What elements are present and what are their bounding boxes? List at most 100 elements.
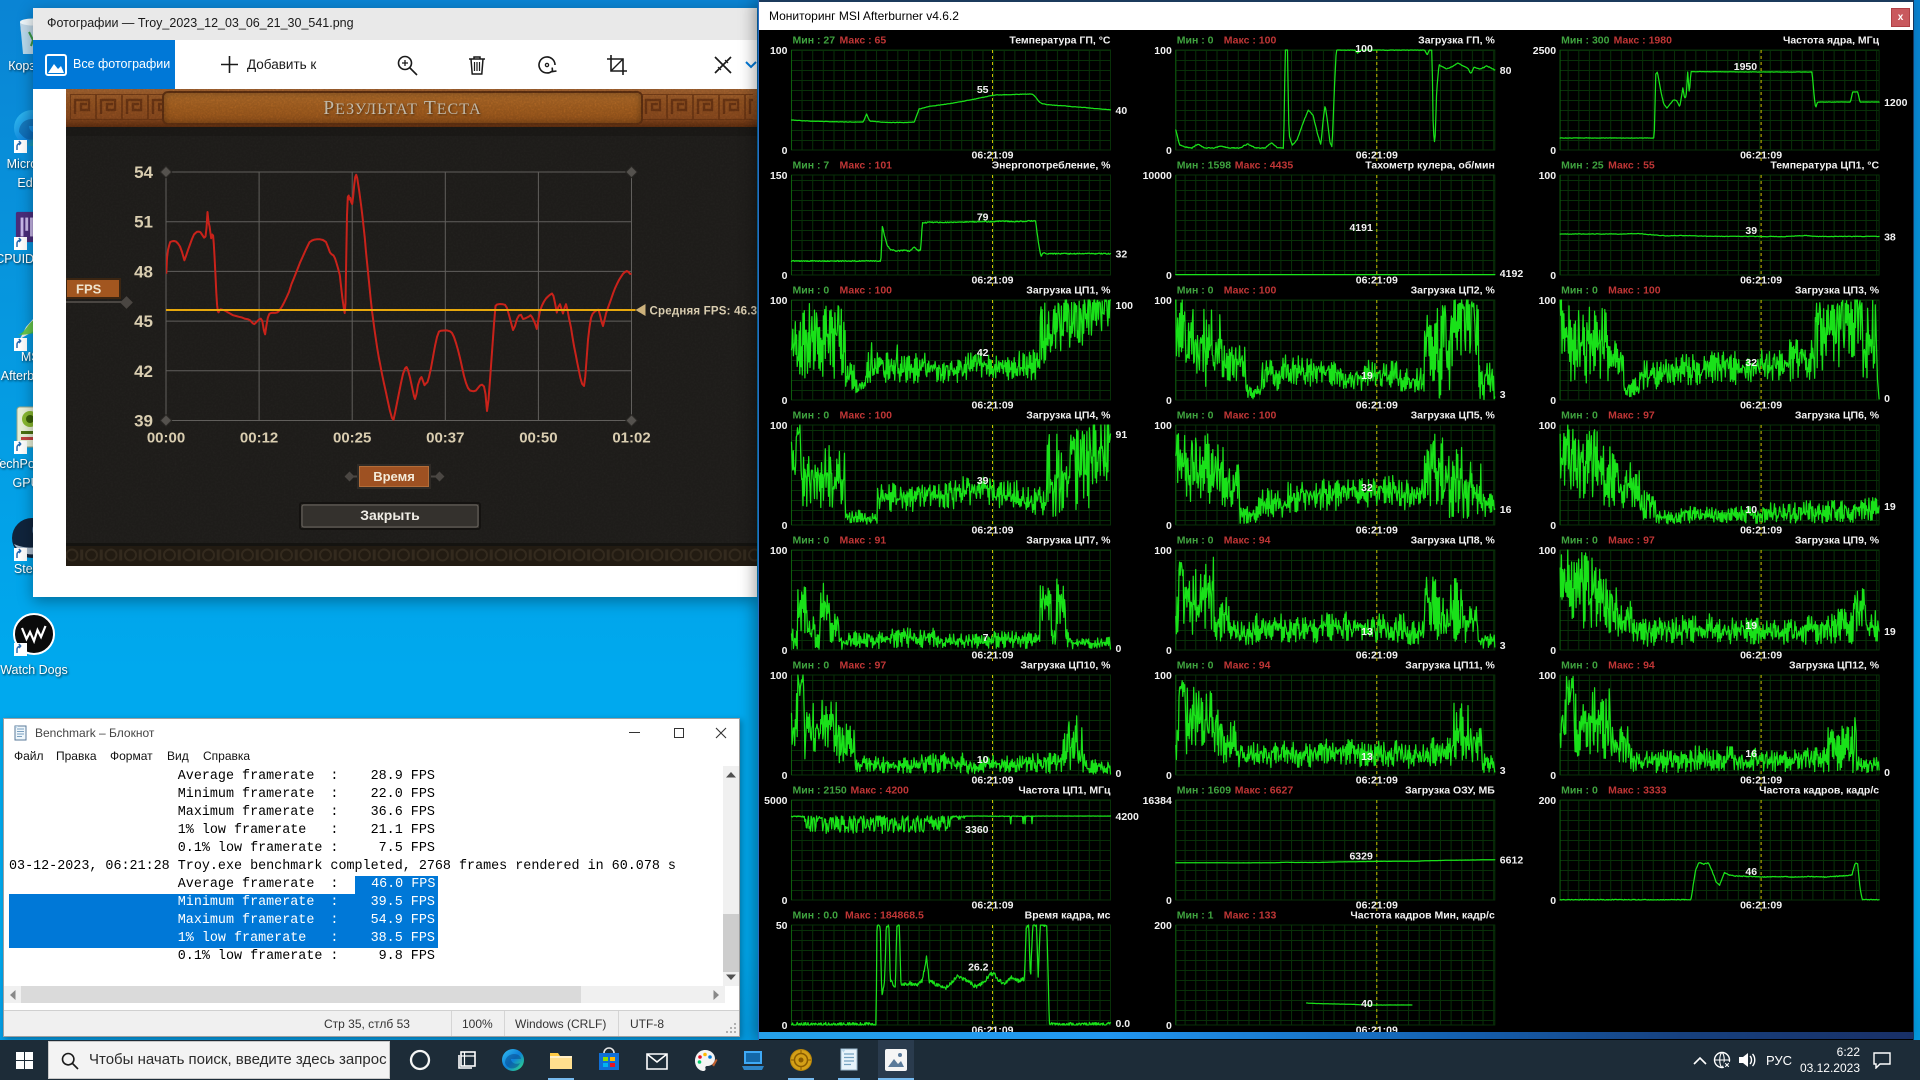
svg-text:Макс : 133: Макс : 133: [1224, 910, 1277, 922]
svg-text:06:21:09: 06:21:09: [1356, 400, 1398, 412]
svg-text:Макс : 100: Макс : 100: [1224, 410, 1277, 422]
svg-text:0: 0: [1550, 770, 1556, 782]
svg-text:0: 0: [1550, 895, 1556, 907]
svg-text:19: 19: [1745, 620, 1757, 632]
svg-text:4191: 4191: [1349, 222, 1373, 234]
svg-text:0: 0: [1166, 520, 1172, 532]
svg-text:6612: 6612: [1500, 855, 1524, 867]
svg-text:Мин : 0: Мин : 0: [1177, 535, 1214, 547]
svg-text:0: 0: [1166, 395, 1172, 407]
svg-text:Мин : 0: Мин : 0: [1177, 35, 1214, 47]
svg-text:4200: 4200: [1116, 811, 1140, 823]
svg-text:Мин : 0: Мин : 0: [793, 285, 830, 297]
svg-text:Мин : 1598: Мин : 1598: [1177, 160, 1231, 172]
svg-text:Макс : 100: Макс : 100: [840, 410, 893, 422]
svg-text:0: 0: [1550, 270, 1556, 282]
svg-text:Макс : 1980: Макс : 1980: [1614, 35, 1673, 47]
svg-text:50: 50: [776, 920, 788, 932]
svg-text:Температура ГП, °C: Температура ГП, °C: [1009, 35, 1111, 47]
svg-text:Макс : 100: Макс : 100: [1224, 285, 1277, 297]
svg-text:Загрузка ЦП6, %: Загрузка ЦП6, %: [1795, 410, 1880, 422]
svg-text:Макс : 97: Макс : 97: [1608, 410, 1655, 422]
svg-text:Макс : 94: Макс : 94: [1608, 660, 1655, 672]
svg-text:0: 0: [1884, 393, 1890, 405]
svg-text:Макс : 94: Макс : 94: [1224, 660, 1271, 672]
svg-text:Загрузка ЦП7, %: Загрузка ЦП7, %: [1026, 535, 1111, 547]
svg-text:Мин : 1: Мин : 1: [1177, 910, 1214, 922]
svg-text:0: 0: [1166, 645, 1172, 657]
svg-text:Время кадра, мс: Время кадра, мс: [1025, 910, 1111, 922]
svg-text:100: 100: [1355, 43, 1373, 55]
svg-text:Частота ядра, МГц: Частота ядра, МГц: [1783, 35, 1880, 47]
svg-text:39: 39: [977, 475, 989, 487]
svg-text:Загрузка ЦП9, %: Загрузка ЦП9, %: [1795, 535, 1880, 547]
svg-text:5000: 5000: [764, 795, 788, 807]
svg-text:Мин : 0: Мин : 0: [1177, 285, 1214, 297]
svg-text:06:21:09: 06:21:09: [971, 525, 1013, 537]
svg-text:Макс : 6627: Макс : 6627: [1235, 785, 1294, 797]
svg-text:Загрузка ЦП8, %: Загрузка ЦП8, %: [1411, 535, 1496, 547]
svg-text:0: 0: [1550, 395, 1556, 407]
svg-text:55: 55: [977, 84, 989, 96]
svg-text:Загрузка ЦП10, %: Загрузка ЦП10, %: [1020, 660, 1111, 672]
svg-text:42: 42: [977, 347, 989, 359]
svg-text:0: 0: [1116, 643, 1122, 655]
svg-text:100: 100: [1154, 420, 1172, 432]
svg-text:Мин : 0: Мин : 0: [1177, 660, 1214, 672]
svg-text:0: 0: [782, 1020, 788, 1032]
svg-text:Мин : 0: Мин : 0: [1177, 410, 1214, 422]
svg-text:0: 0: [782, 520, 788, 532]
svg-text:200: 200: [1154, 920, 1172, 932]
svg-text:Макс : 94: Макс : 94: [1224, 535, 1271, 547]
svg-text:40: 40: [1116, 105, 1128, 117]
svg-text:42: 42: [134, 362, 153, 381]
svg-text:16: 16: [1500, 504, 1512, 516]
svg-text:0: 0: [782, 770, 788, 782]
svg-text:91: 91: [1116, 429, 1128, 441]
svg-text:Средняя FPS: 46.3: Средняя FPS: 46.3: [650, 306, 758, 318]
svg-text:19: 19: [1884, 626, 1896, 638]
svg-text:100: 100: [1539, 545, 1557, 557]
svg-text:0: 0: [782, 145, 788, 157]
svg-text:Мин : 0: Мин : 0: [793, 535, 830, 547]
svg-text:Время: Время: [373, 469, 415, 484]
svg-text:19: 19: [1884, 501, 1896, 513]
svg-text:10: 10: [977, 754, 989, 766]
svg-text:Макс : 184868.5: Макс : 184868.5: [845, 910, 924, 922]
svg-text:0: 0: [782, 895, 788, 907]
svg-text:06:21:09: 06:21:09: [971, 650, 1013, 662]
svg-text:0.0: 0.0: [1116, 1018, 1131, 1030]
svg-text:100: 100: [1539, 295, 1557, 307]
svg-text:Мин : 25: Мин : 25: [1561, 160, 1604, 172]
svg-text:Загрузка ЦП12, %: Загрузка ЦП12, %: [1789, 660, 1880, 672]
svg-text:150: 150: [770, 170, 788, 182]
svg-text:45: 45: [134, 312, 153, 331]
svg-text:00:37: 00:37: [426, 430, 464, 447]
svg-text:10: 10: [1745, 504, 1757, 516]
svg-text:06:21:09: 06:21:09: [1356, 775, 1398, 787]
svg-text:2500: 2500: [1533, 45, 1557, 57]
svg-text:06:21:09: 06:21:09: [1740, 650, 1782, 662]
svg-text:Мин : 300: Мин : 300: [1561, 35, 1610, 47]
svg-text:Мин : 0: Мин : 0: [793, 410, 830, 422]
svg-text:Макс : 91: Макс : 91: [840, 535, 887, 547]
svg-text:0: 0: [782, 270, 788, 282]
svg-text:13: 13: [1361, 626, 1373, 638]
svg-text:Мин : 7: Мин : 7: [793, 160, 830, 172]
svg-text:7: 7: [983, 632, 989, 644]
svg-text:Закрыть: Закрыть: [360, 507, 420, 523]
svg-text:40: 40: [1361, 998, 1373, 1010]
svg-text:100: 100: [1154, 295, 1172, 307]
svg-text:16384: 16384: [1143, 795, 1172, 807]
svg-text:Макс : 65: Макс : 65: [840, 35, 887, 47]
svg-text:06:21:09: 06:21:09: [971, 900, 1013, 912]
svg-text:1200: 1200: [1884, 97, 1908, 109]
svg-text:Макс : 55: Макс : 55: [1608, 160, 1655, 172]
svg-text:100: 100: [1154, 45, 1172, 57]
svg-text:01:02: 01:02: [612, 430, 650, 447]
svg-text:06:21:09: 06:21:09: [1740, 525, 1782, 537]
svg-text:Загрузка ГП, %: Загрузка ГП, %: [1418, 35, 1495, 47]
svg-text:Загрузка ЦП4, %: Загрузка ЦП4, %: [1026, 410, 1111, 422]
svg-text:80: 80: [1500, 65, 1512, 77]
svg-text:0: 0: [1166, 895, 1172, 907]
